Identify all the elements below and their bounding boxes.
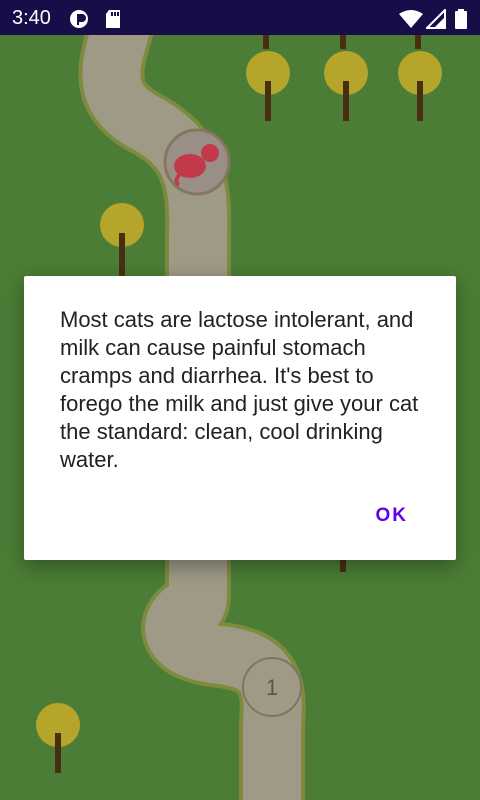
- ok-button[interactable]: OK: [376, 505, 409, 527]
- dialog-message: Most cats are lactose intolerant, and mi…: [60, 307, 419, 472]
- status-time: 3:40: [12, 7, 51, 29]
- cell-signal-icon: [424, 7, 446, 33]
- wifi-icon: [398, 9, 424, 33]
- status-bar: 3:40: [0, 0, 480, 35]
- sd-card-icon: [104, 9, 122, 33]
- pocket-casts-icon: [68, 9, 90, 33]
- fact-dialog: Most cats are lactose intolerant, and mi…: [24, 276, 456, 560]
- battery-icon: [454, 9, 468, 33]
